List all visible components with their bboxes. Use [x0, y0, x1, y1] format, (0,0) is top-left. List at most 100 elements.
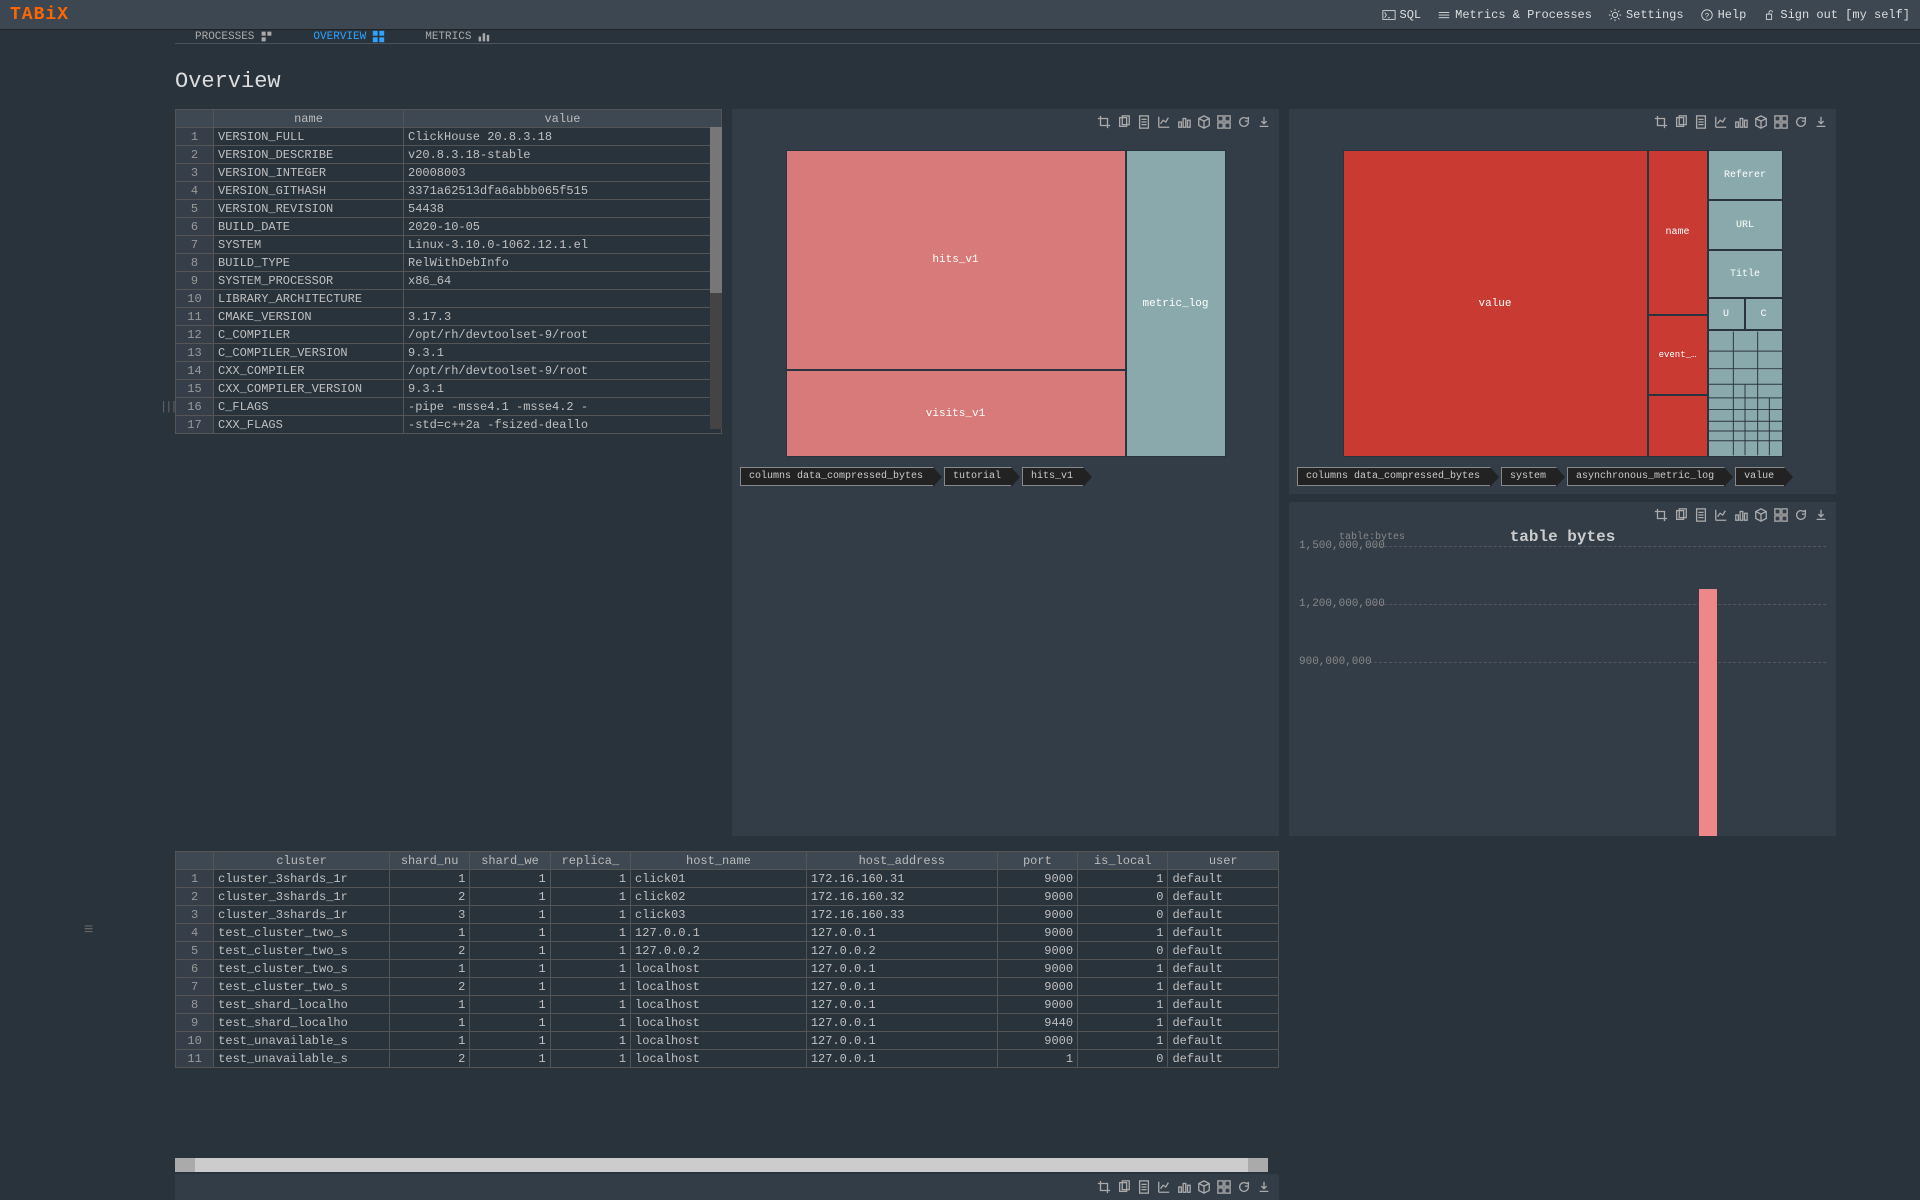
sidebar-resize-handle[interactable]: ≡: [84, 921, 92, 939]
table-row[interactable]: 2VERSION_DESCRIBEv20.8.3.18-stable: [176, 146, 722, 164]
bars-icon[interactable]: [1734, 115, 1748, 129]
grid-icon[interactable]: [1217, 1180, 1231, 1194]
copy-icon[interactable]: [1674, 508, 1688, 522]
cube-icon[interactable]: [1754, 115, 1768, 129]
document-icon[interactable]: [1137, 1180, 1151, 1194]
col[interactable]: host_address: [806, 852, 997, 870]
crumb[interactable]: system: [1501, 467, 1557, 486]
copy-icon[interactable]: [1117, 115, 1131, 129]
table-row[interactable]: 3VERSION_INTEGER20008003: [176, 164, 722, 182]
crop-icon[interactable]: [1654, 115, 1668, 129]
chart-icon[interactable]: [1157, 1180, 1171, 1194]
crop-icon[interactable]: [1097, 115, 1111, 129]
col[interactable]: cluster: [214, 852, 390, 870]
info-scroll[interactable]: [710, 127, 722, 429]
table-row[interactable]: 11test_unavailable_s211localhost127.0.0.…: [176, 1050, 1279, 1068]
table-row[interactable]: 7test_cluster_two_s211localhost127.0.0.1…: [176, 978, 1279, 996]
refresh-icon[interactable]: [1237, 115, 1251, 129]
col[interactable]: shard_nu: [389, 852, 469, 870]
table-row[interactable]: 5test_cluster_two_s211127.0.0.2127.0.0.2…: [176, 942, 1279, 960]
tm-title[interactable]: Title: [1708, 250, 1783, 298]
grid-icon[interactable]: [1217, 115, 1231, 129]
bars-icon[interactable]: [1177, 115, 1191, 129]
table-row[interactable]: 17CXX_FLAGS-std=c++2a -fsized-deallo: [176, 416, 722, 434]
tm-referer[interactable]: Referer: [1708, 150, 1783, 200]
table-row[interactable]: 3cluster_3shards_1r311click03172.16.160.…: [176, 906, 1279, 924]
col-value[interactable]: value: [404, 110, 722, 128]
refresh-icon[interactable]: [1237, 1180, 1251, 1194]
treemap-chart-2[interactable]: value name event_… Referer URL Title U C: [1343, 150, 1783, 457]
tm-visits[interactable]: visits_v1: [786, 370, 1126, 457]
metrics-menu[interactable]: Metrics & Processes: [1437, 8, 1592, 22]
table-row[interactable]: 9SYSTEM_PROCESSORx86_64: [176, 272, 722, 290]
col[interactable]: host_name: [631, 852, 807, 870]
col[interactable]: replica_: [550, 852, 630, 870]
crumb[interactable]: tutorial: [944, 467, 1012, 486]
chart-icon[interactable]: [1714, 115, 1728, 129]
table-row[interactable]: 1cluster_3shards_1r111click01172.16.160.…: [176, 870, 1279, 888]
table-row[interactable]: 7SYSTEMLinux-3.10.0-1062.12.1.el: [176, 236, 722, 254]
help-menu[interactable]: ?Help: [1700, 8, 1747, 22]
tm-small[interactable]: [1648, 395, 1708, 457]
tab-processes[interactable]: PROCESSES: [195, 30, 273, 43]
crop-icon[interactable]: [1654, 508, 1668, 522]
col[interactable]: shard_we: [470, 852, 550, 870]
grid-icon[interactable]: [1774, 508, 1788, 522]
cube-icon[interactable]: [1754, 508, 1768, 522]
crumb[interactable]: columns data_compressed_bytes: [740, 467, 934, 486]
bars-icon[interactable]: [1734, 508, 1748, 522]
chart-icon[interactable]: [1714, 508, 1728, 522]
download-icon[interactable]: [1814, 115, 1828, 129]
table-row[interactable]: 1VERSION_FULLClickHouse 20.8.3.18: [176, 128, 722, 146]
crumb[interactable]: columns data_compressed_bytes: [1297, 467, 1491, 486]
document-icon[interactable]: [1694, 115, 1708, 129]
copy-icon[interactable]: [1674, 115, 1688, 129]
table-row[interactable]: 4test_cluster_two_s111127.0.0.1127.0.0.1…: [176, 924, 1279, 942]
chart-icon[interactable]: [1157, 115, 1171, 129]
tm-url[interactable]: URL: [1708, 200, 1783, 250]
bar[interactable]: [1699, 589, 1717, 836]
tm-metriclog[interactable]: metric_log: [1126, 150, 1226, 457]
crumb[interactable]: hits_v1: [1022, 467, 1084, 486]
tab-overview[interactable]: OVERVIEW: [313, 30, 385, 43]
table-row[interactable]: 10LIBRARY_ARCHITECTURE: [176, 290, 722, 308]
bars-icon[interactable]: [1177, 1180, 1191, 1194]
cube-icon[interactable]: [1197, 1180, 1211, 1194]
table-row[interactable]: 4VERSION_GITHASH3371a62513dfa6abbb065f51…: [176, 182, 722, 200]
bar-chart[interactable]: 900,000,0001,200,000,0001,500,000,000: [1299, 546, 1826, 836]
tm-hits[interactable]: hits_v1: [786, 150, 1126, 370]
grid-icon[interactable]: [1774, 115, 1788, 129]
download-icon[interactable]: [1257, 1180, 1271, 1194]
document-icon[interactable]: [1694, 508, 1708, 522]
sql-menu[interactable]: SQL: [1382, 8, 1422, 22]
col[interactable]: user: [1168, 852, 1279, 870]
crop-icon[interactable]: [1097, 1180, 1111, 1194]
table-row[interactable]: 8BUILD_TYPERelWithDebInfo: [176, 254, 722, 272]
table-row[interactable]: 16C_FLAGS-pipe -msse4.1 -msse4.2 -: [176, 398, 722, 416]
download-icon[interactable]: [1814, 508, 1828, 522]
crumb[interactable]: value: [1735, 467, 1785, 486]
refresh-icon[interactable]: [1794, 115, 1808, 129]
col[interactable]: port: [997, 852, 1077, 870]
copy-icon[interactable]: [1117, 1180, 1131, 1194]
download-icon[interactable]: [1257, 115, 1271, 129]
tm-value[interactable]: value: [1343, 150, 1648, 457]
table-row[interactable]: 2cluster_3shards_1r211click02172.16.160.…: [176, 888, 1279, 906]
col[interactable]: is_local: [1078, 852, 1168, 870]
table-row[interactable]: 14CXX_COMPILER/opt/rh/devtoolset-9/root: [176, 362, 722, 380]
table-row[interactable]: 6BUILD_DATE2020-10-05: [176, 218, 722, 236]
treemap-chart[interactable]: hits_v1 visits_v1 metric_log: [786, 150, 1226, 457]
cube-icon[interactable]: [1197, 115, 1211, 129]
tm-u[interactable]: U: [1708, 298, 1745, 330]
settings-menu[interactable]: Settings: [1608, 8, 1684, 22]
panel-resize-handle[interactable]: |||: [160, 400, 176, 414]
table-row[interactable]: 12C_COMPILER/opt/rh/devtoolset-9/root: [176, 326, 722, 344]
tab-metrics[interactable]: METRICS: [425, 30, 490, 43]
table-row[interactable]: 5VERSION_REVISION54438: [176, 200, 722, 218]
document-icon[interactable]: [1137, 115, 1151, 129]
table-row[interactable]: 13C_COMPILER_VERSION9.3.1: [176, 344, 722, 362]
tm-name[interactable]: name: [1648, 150, 1708, 315]
tm-tiny-grid[interactable]: [1708, 330, 1783, 457]
h-scrollbar[interactable]: [175, 1158, 1268, 1172]
table-row[interactable]: 8test_shard_localho111localhost127.0.0.1…: [176, 996, 1279, 1014]
